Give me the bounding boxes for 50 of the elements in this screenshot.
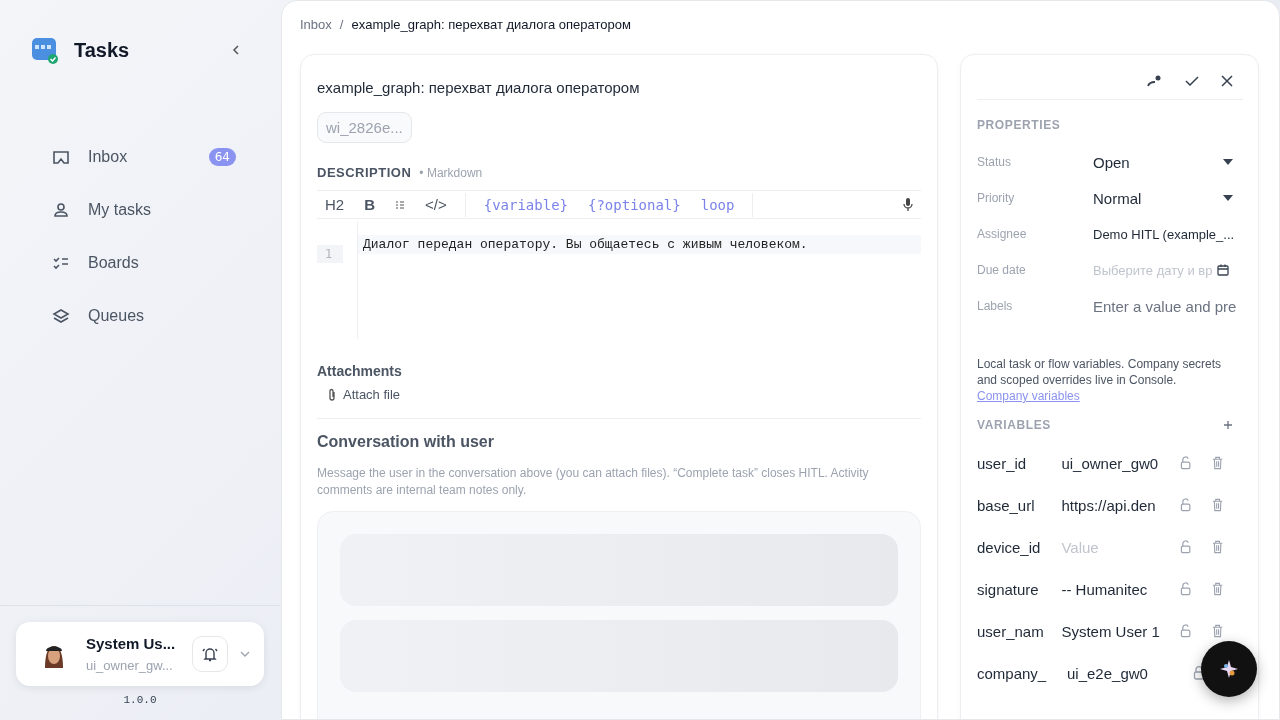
nav-item[interactable]: Inbox 64 <box>52 139 236 175</box>
variable-name: company_ <box>977 664 1048 682</box>
property-label: Priority <box>977 191 1016 205</box>
variable-value-field[interactable]: Value <box>1061 538 1167 556</box>
code-button[interactable]: </> <box>417 192 455 218</box>
heading-button[interactable]: H2 <box>317 192 353 218</box>
variable-value-field[interactable]: https://api.den <box>1061 496 1167 514</box>
variable-value-field[interactable]: ui_e2e_gw0 <box>1067 664 1179 682</box>
section-heading: PROPERTIES <box>977 118 1062 132</box>
select-field[interactable]: Open <box>1093 153 1243 171</box>
variable-name: device_id <box>977 538 1042 556</box>
code-editor[interactable]: 1 Диалог передан оператору. Вы общаетесь с живым человеком. <box>317 221 921 340</box>
assignee-value[interactable]: Demo HITL (example_... <box>1093 226 1235 242</box>
nav-item[interactable]: Queues <box>52 298 236 334</box>
date-field[interactable]: Выберите дату и вр <box>1093 262 1243 278</box>
variable-name: user_id <box>977 454 1028 472</box>
variable-value-field[interactable]: ui_owner_gw0 <box>1061 454 1167 472</box>
task-title: example_graph: перехват диалога оператором <box>317 79 640 96</box>
variable-name: base_url <box>977 496 1036 514</box>
app-title: Tasks <box>74 38 131 62</box>
count-badge: 64 <box>208 148 236 166</box>
section-heading: DESCRIPTION <box>317 165 412 180</box>
line-number: 1 <box>317 245 343 264</box>
labels-field[interactable]: Enter a value and pre <box>1093 297 1243 315</box>
user-card[interactable]: System Us... ui_owner_gw... <box>16 622 264 686</box>
user-login: ui_owner_gw... <box>86 658 174 673</box>
format-hint: • Markdown <box>419 166 483 180</box>
variable-name: signature <box>977 580 1040 598</box>
property-label: Assignee <box>977 227 1028 241</box>
select-field[interactable]: Normal <box>1093 189 1243 207</box>
property-label: Due date <box>977 263 1027 277</box>
breadcrumb-item[interactable]: Inbox <box>300 17 332 32</box>
breadcrumb-item: example_graph: перехват диалога оператором <box>351 17 631 32</box>
property-label: Labels <box>977 299 1014 313</box>
variable-value-field[interactable]: -- Humanitec <box>1061 580 1167 598</box>
user-name: System Us... <box>86 635 177 652</box>
section-title: Conversation with user <box>317 433 494 452</box>
section-heading: Attachments <box>317 363 402 380</box>
version-label: 1.0.0 <box>123 694 157 706</box>
nav-item[interactable]: My tasks <box>52 192 236 228</box>
attach-file-button[interactable]: Attach file <box>317 379 411 411</box>
variable-name: user_nam <box>977 622 1045 640</box>
breadcrumb-separator: / <box>339 17 344 32</box>
property-label: Status <box>977 155 1013 169</box>
help-text: Local task or flow variables. Company secrets and scoped overrides live in Console. <box>977 357 1222 387</box>
section-heading: VARIABLES <box>977 418 1051 432</box>
nav-item[interactable]: Boards <box>52 245 236 281</box>
conversation-note: Message the user in the conversation above (you can attach files). “Complete task” closes HITL. Activity comments are internal team notes only. <box>317 465 870 500</box>
bold-button[interactable]: B <box>356 192 384 218</box>
variable-value-field[interactable]: System User 1 <box>1061 622 1167 640</box>
